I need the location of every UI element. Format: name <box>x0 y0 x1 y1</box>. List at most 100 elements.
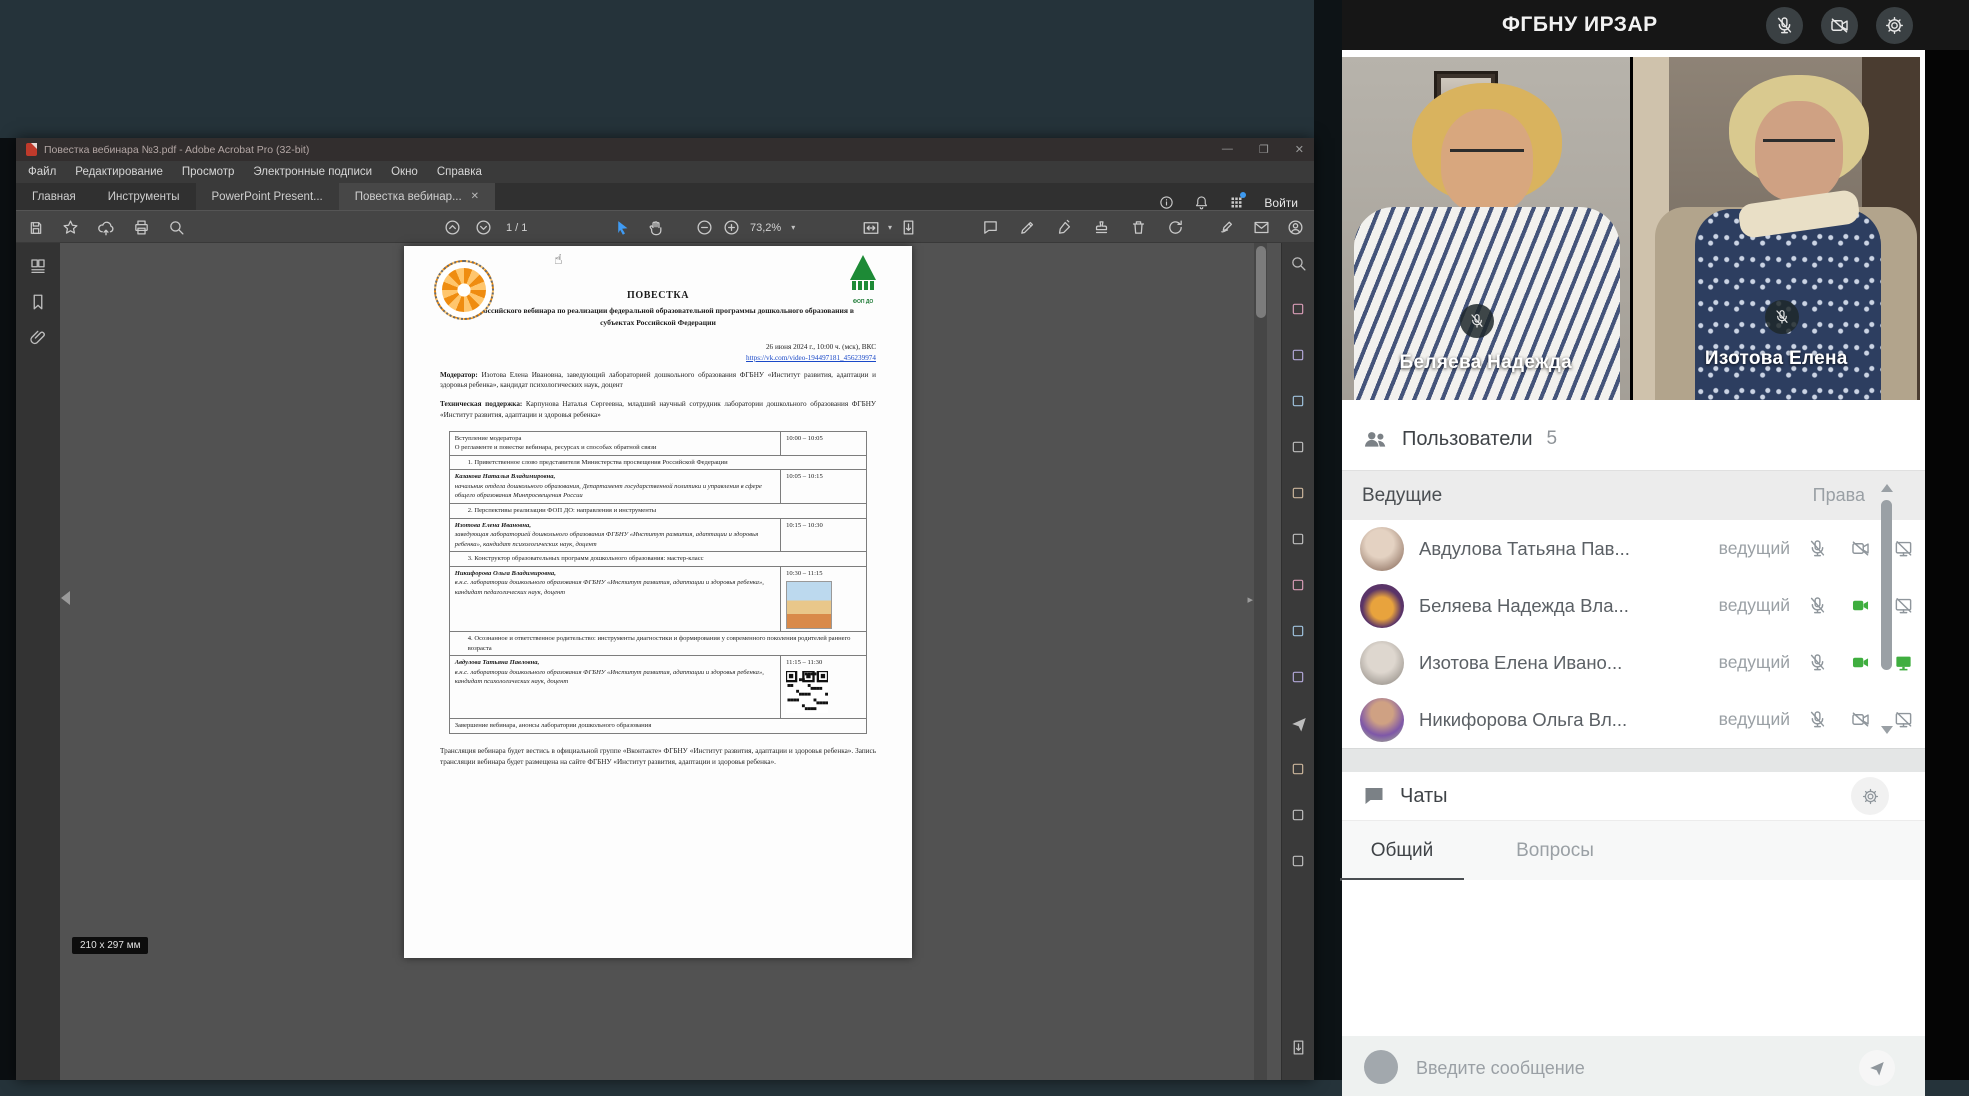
mic-status-muted-icon[interactable] <box>1796 539 1839 558</box>
agenda-row: Вступление модератора О регламенте и пов… <box>449 431 867 455</box>
menu-редактирование[interactable]: Редактирование <box>75 166 163 178</box>
document-scrollbar[interactable] <box>1254 243 1267 1080</box>
close-tab-icon[interactable]: ✕ <box>471 191 479 202</box>
mic-status-muted-icon[interactable] <box>1796 710 1839 729</box>
bell-icon[interactable] <box>1194 195 1209 210</box>
zoom-level[interactable]: 73,2% <box>750 222 781 234</box>
menu-файл[interactable]: Файл <box>28 166 56 178</box>
tab-инструменты[interactable]: Инструменты <box>92 183 196 210</box>
toolbar-right-group <box>1219 211 1304 244</box>
more-tools-icon[interactable] <box>1290 853 1306 869</box>
sign-icon[interactable] <box>1056 219 1073 236</box>
mic-status-muted-icon[interactable] <box>1796 653 1839 672</box>
tab-powerpoint-present-[interactable]: PowerPoint Present... <box>196 183 339 210</box>
chat-tab-вопросы[interactable]: Вопросы <box>1480 821 1630 881</box>
cam-status-on-icon[interactable] <box>1839 653 1882 672</box>
send-button[interactable] <box>1859 1050 1895 1086</box>
cam-status-muted-icon[interactable] <box>1839 710 1882 729</box>
chat-input-row[interactable]: Введите сообщение <box>1342 1036 1925 1096</box>
chat-settings-button[interactable] <box>1851 777 1889 815</box>
protect-icon[interactable] <box>1290 623 1306 639</box>
window-control[interactable]: ― <box>1222 143 1233 156</box>
scroll-mode-icon[interactable] <box>900 219 917 236</box>
fill-sign-icon[interactable] <box>1290 669 1306 685</box>
tab-главная[interactable]: Главная <box>16 183 92 210</box>
scroll-down-icon[interactable] <box>1881 726 1893 740</box>
page-up-icon[interactable] <box>444 219 461 236</box>
search-icon[interactable] <box>1290 255 1307 272</box>
participant-row[interactable]: Авдулова Татьяна Пав...ведущий <box>1342 520 1925 577</box>
sign-in-button[interactable]: Войти <box>1264 196 1298 210</box>
tab-повестка-вебинар-[interactable]: Повестка вебинар...✕ <box>339 183 495 210</box>
paperclip-icon[interactable] <box>29 329 47 347</box>
stamp-icon[interactable] <box>1093 219 1110 236</box>
expand-panel-icon[interactable] <box>1290 1039 1307 1056</box>
mic-off-button[interactable] <box>1766 7 1803 44</box>
participant-row[interactable]: Никифорова Ольга Вл...ведущий <box>1342 691 1925 748</box>
export-pdf-icon[interactable] <box>1290 301 1306 317</box>
message-input[interactable]: Введите сообщение <box>1416 1058 1859 1079</box>
menu-просмотр[interactable]: Просмотр <box>182 166 235 178</box>
save-icon[interactable] <box>28 220 44 236</box>
participant-row[interactable]: Беляева Надежда Вла...ведущий <box>1342 577 1925 634</box>
emoji-button[interactable] <box>1364 1050 1398 1084</box>
apps-grid-icon[interactable] <box>1229 195 1244 210</box>
video-feed-belyaeva[interactable]: Беляева Надежда <box>1342 57 1630 400</box>
cam-status-on-icon[interactable] <box>1839 596 1882 615</box>
comment-tool-icon[interactable] <box>1290 393 1306 409</box>
doc-link[interactable]: https://vk.com/video-194497181_456239974 <box>440 354 876 362</box>
rotate-icon[interactable] <box>1167 219 1184 236</box>
avatar <box>1360 527 1404 571</box>
window-control[interactable]: ❐ <box>1259 143 1269 156</box>
measure-icon[interactable] <box>1290 807 1306 823</box>
search-icon[interactable] <box>168 219 185 236</box>
collapse-right-icon[interactable]: ▸ <box>1247 593 1253 606</box>
hand-tool-icon[interactable] <box>647 219 664 236</box>
settings-button[interactable] <box>1876 7 1913 44</box>
participant-row[interactable]: Изотова Елена Ивано...ведущий <box>1342 634 1925 691</box>
list-scrollbar[interactable] <box>1879 478 1894 746</box>
cam-status-muted-icon[interactable] <box>1839 539 1882 558</box>
mic-status-muted-icon[interactable] <box>1796 596 1839 615</box>
menu-электронные подписи[interactable]: Электронные подписи <box>253 166 372 178</box>
scrollbar-thumb[interactable] <box>1881 500 1892 670</box>
edit-pdf-icon[interactable] <box>1290 347 1306 363</box>
thumbnails-icon[interactable] <box>29 257 47 275</box>
fit-caret-icon[interactable]: ▾ <box>888 223 892 232</box>
collapse-left-icon[interactable] <box>54 591 70 605</box>
fit-width-icon[interactable] <box>862 219 880 237</box>
stamp-tool-icon[interactable] <box>1290 761 1306 777</box>
cloud-upload-icon[interactable] <box>97 219 115 237</box>
ink-pen-icon[interactable] <box>1219 219 1236 236</box>
scroll-up-icon[interactable] <box>1881 478 1893 492</box>
comment-icon[interactable] <box>982 219 999 236</box>
notification-dot <box>1240 192 1246 198</box>
chat-tab-общий[interactable]: Общий <box>1342 821 1462 881</box>
pencil-icon[interactable] <box>1019 219 1036 236</box>
compress-icon[interactable] <box>1290 531 1306 547</box>
envelope-icon[interactable] <box>1253 219 1270 236</box>
combine-icon[interactable] <box>1290 439 1306 455</box>
video-mic-muted-icon <box>1765 300 1799 334</box>
print-icon[interactable] <box>133 219 150 236</box>
account-icon[interactable] <box>1287 219 1304 236</box>
menu-справка[interactable]: Справка <box>437 166 482 178</box>
menu-окно[interactable]: Окно <box>391 166 418 178</box>
camera-off-button[interactable] <box>1821 7 1858 44</box>
zoom-out-icon[interactable] <box>696 219 713 236</box>
redact-icon[interactable] <box>1290 577 1306 593</box>
window-control[interactable]: ✕ <box>1295 143 1304 156</box>
bookmark-icon[interactable] <box>29 293 47 311</box>
page-down-icon[interactable] <box>475 219 492 236</box>
info-icon[interactable] <box>1159 195 1174 210</box>
pointer-tool-icon[interactable] <box>614 219 631 236</box>
star-icon[interactable] <box>62 219 79 236</box>
zoom-in-icon[interactable] <box>723 219 740 236</box>
page-indicator[interactable]: 1 / 1 <box>506 222 527 234</box>
video-feed-izotova[interactable]: Изотова Елена <box>1633 57 1921 400</box>
trash-icon[interactable] <box>1130 219 1147 236</box>
scrollbar-thumb[interactable] <box>1256 246 1266 318</box>
zoom-caret-icon[interactable]: ▾ <box>791 223 795 232</box>
organize-icon[interactable] <box>1290 485 1306 501</box>
send-icon[interactable] <box>1290 715 1308 733</box>
